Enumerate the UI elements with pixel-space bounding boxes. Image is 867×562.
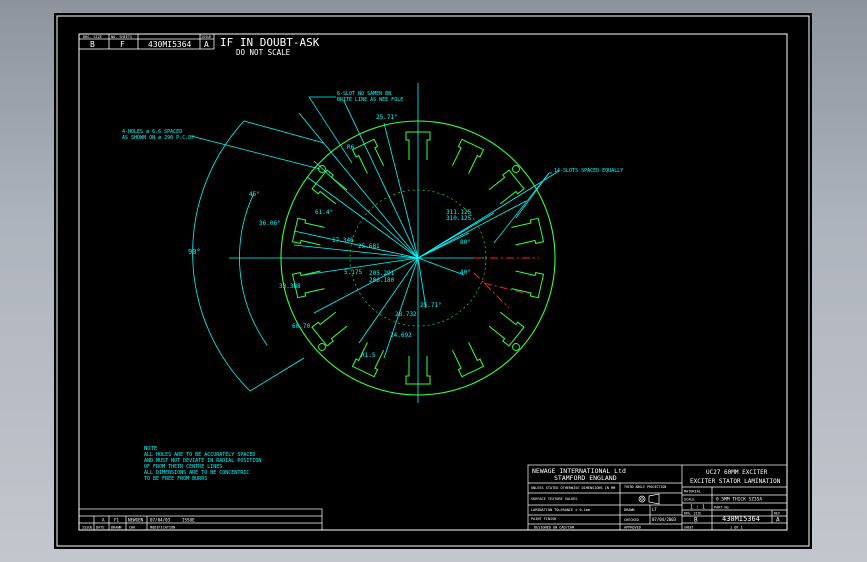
dim-33388: 33.388 <box>279 283 301 290</box>
dim-17346: 17.346 <box>332 237 354 244</box>
dim-310125: 310.125 <box>446 215 472 222</box>
surface-note: SURFACE TEXTURE VALUES <box>531 497 577 501</box>
projection-symbol <box>638 493 660 505</box>
material-value: 0.5MM THICK SZ35A <box>716 497 762 503</box>
red-centre-lines <box>473 257 539 309</box>
tb-drg-size-value: B <box>694 517 698 524</box>
drg-size-label: DRG. SIZE <box>83 35 102 39</box>
no-sheets-label: NO. SHEETS <box>111 35 132 39</box>
approved-label: APPROVED <box>624 526 641 530</box>
rev-row-date: 07/04/03 <box>150 518 171 523</box>
stator-slot <box>451 138 485 174</box>
rev-header-mod: MODIFICATION <box>150 526 175 530</box>
rev-row-drawn: F1 <box>114 518 120 523</box>
stator-slot <box>311 311 348 347</box>
part-no-value: 430MI5364 <box>722 515 760 523</box>
issue-value: A <box>204 40 209 49</box>
notes-block: NOTE ALL HOLES ARE TO BE ACCURATELY SPAC… <box>144 446 261 482</box>
rev-header-chk: CHK <box>129 526 136 530</box>
rev-row-issue: A <box>102 518 105 523</box>
dim-40: 40° <box>460 269 471 276</box>
no-sheets-value: F <box>120 40 125 49</box>
tolerance-note: LAMINATION TOLERANCE ± 0.1mm <box>531 508 590 512</box>
dim-24692: 24.692 <box>390 332 412 339</box>
note-slots-right: 14-SLOTS SPACED EQUALLY <box>554 168 623 174</box>
units-note: UNLESS STATED OTHERWISE DIMENSIONS IN MM <box>531 486 615 490</box>
dim-80: 80° <box>460 239 471 246</box>
dim-206180: 206.180 <box>369 277 395 284</box>
note-slot-top-2: BRITE LINE AS NEE FOLE <box>337 97 403 103</box>
arc-90 <box>192 120 251 392</box>
dim-r15: R1.5 <box>361 352 376 359</box>
rev-row-mod: ISSUE <box>182 518 195 523</box>
rev-row-by: NEWGEN <box>128 518 144 523</box>
rev-header-issue: ISSUE <box>82 526 93 530</box>
drawing-sheet: DRG. SIZE B NO. SHEETS F 430MI5364 ISSUE… <box>54 13 812 549</box>
leader-lines <box>190 96 552 244</box>
note-holes-left-2: AS SHOWN ON ø 290 P.C.D. <box>122 135 194 141</box>
rev-value: A <box>776 517 780 524</box>
dim-r6: R6 <box>347 144 355 151</box>
centre-lines <box>229 83 560 403</box>
company-location: STAMFORD ENGLAND <box>554 474 617 482</box>
scale-value: 1 : 1 <box>690 505 705 511</box>
dim-614: 61.4° <box>315 209 333 216</box>
dim-2571-bottom: 25.71° <box>420 302 442 309</box>
arc-45 <box>239 192 268 346</box>
stator-slot <box>351 342 385 378</box>
rev-header-date: DATE <box>96 526 104 530</box>
dim-5175: 5.175 <box>344 269 362 276</box>
cad-drawing: DRG. SIZE B NO. SHEETS F 430MI5364 ISSUE… <box>56 15 810 547</box>
dim-90: 90° <box>188 248 201 256</box>
dim-25681: 25.681 <box>358 243 380 250</box>
issue-label: ISSUE <box>201 35 212 39</box>
dim-28732: 28.732 <box>395 311 417 318</box>
scale-label: SCALE <box>684 498 695 502</box>
stator-slot <box>488 169 525 205</box>
drawn-value: LT <box>652 507 657 512</box>
sheet-value: 1 OF 1 <box>730 526 743 530</box>
stator-slot <box>511 270 545 299</box>
drawn-label: DRAWN <box>624 508 635 512</box>
dim-2571-top: 25.71° <box>376 114 398 121</box>
dim-205291: 205.291 <box>369 270 395 277</box>
dim-3606: 36.06° <box>259 220 281 227</box>
dim-6070: 60.70 <box>292 323 310 330</box>
dim-45: 45° <box>249 191 260 198</box>
stator-slot <box>451 342 485 378</box>
stator-slot <box>351 138 385 174</box>
drawn-date: 07/04/2003 <box>652 517 677 522</box>
finish-note: PAINT FINISH <box>531 517 556 521</box>
stator-slot <box>488 311 525 347</box>
drawing-title-2: EXCITER STATOR LAMINATION <box>690 478 781 485</box>
checked-label: CHECKED <box>624 518 639 522</box>
drg-size-value: B <box>90 40 95 49</box>
note-line-5: TO BE FREE FROM BURRS <box>144 476 207 482</box>
stator-slot <box>511 217 545 246</box>
designed-note: DESIGNED ON CAD/CAM <box>534 526 574 530</box>
drawing-title-1: UC27 60MM EXCITER <box>706 469 768 476</box>
projection-label: THIRD ANGLE PROJECTION <box>624 485 666 489</box>
part-no-label: PART No <box>714 506 729 510</box>
material-label: MATERIAL <box>684 490 701 494</box>
drawing-number: 430MI5364 <box>148 40 192 49</box>
sheet-label: SHEET <box>684 526 694 530</box>
tb-drg-size-label: DRG. SIZE <box>684 512 701 516</box>
scale-note: DO NOT SCALE <box>236 48 291 57</box>
rev-label: REV <box>774 512 780 516</box>
rev-header-drawn: DRAWN <box>111 526 122 530</box>
